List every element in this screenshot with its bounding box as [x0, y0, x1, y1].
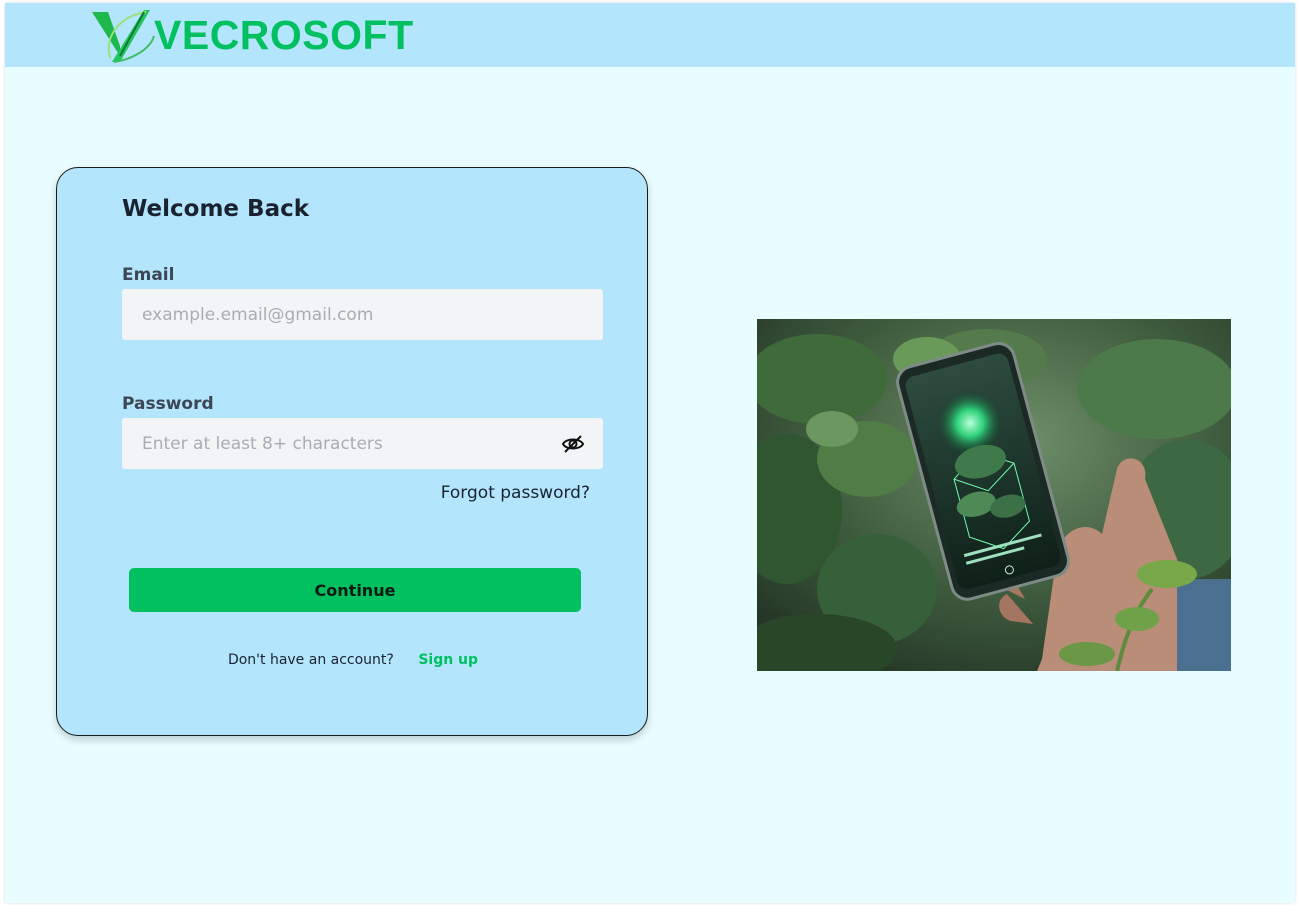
eye-slash-icon[interactable]	[561, 432, 585, 456]
password-field-container	[122, 418, 603, 469]
brand-name: VECROSOFT	[154, 11, 414, 58]
email-label: Email	[122, 265, 175, 285]
continue-button[interactable]: Continue	[129, 568, 581, 612]
password-label: Password	[122, 394, 214, 414]
hero-illustration	[757, 319, 1231, 671]
brand-logo[interactable]: VECROSOFT	[90, 5, 414, 65]
app-frame: VECROSOFT Welcome Back Email Password Fo…	[5, 3, 1295, 903]
email-field[interactable]	[122, 289, 542, 340]
password-field[interactable]	[122, 418, 542, 469]
forgot-password-link[interactable]: Forgot password?	[441, 483, 590, 503]
login-card: Welcome Back Email Password Forgot passw…	[56, 167, 648, 736]
signup-prompt: Don't have an account?	[227, 652, 394, 668]
signup-link[interactable]: Sign up	[418, 652, 478, 668]
email-field-container	[122, 289, 603, 340]
top-bar: VECROSOFT	[5, 3, 1295, 67]
signup-row: Don't have an account? Sign up	[57, 652, 649, 668]
page-title: Welcome Back	[122, 196, 310, 222]
check-v-logo-icon	[92, 10, 155, 63]
hand-holding-phone-with-plants-image	[757, 319, 1231, 671]
